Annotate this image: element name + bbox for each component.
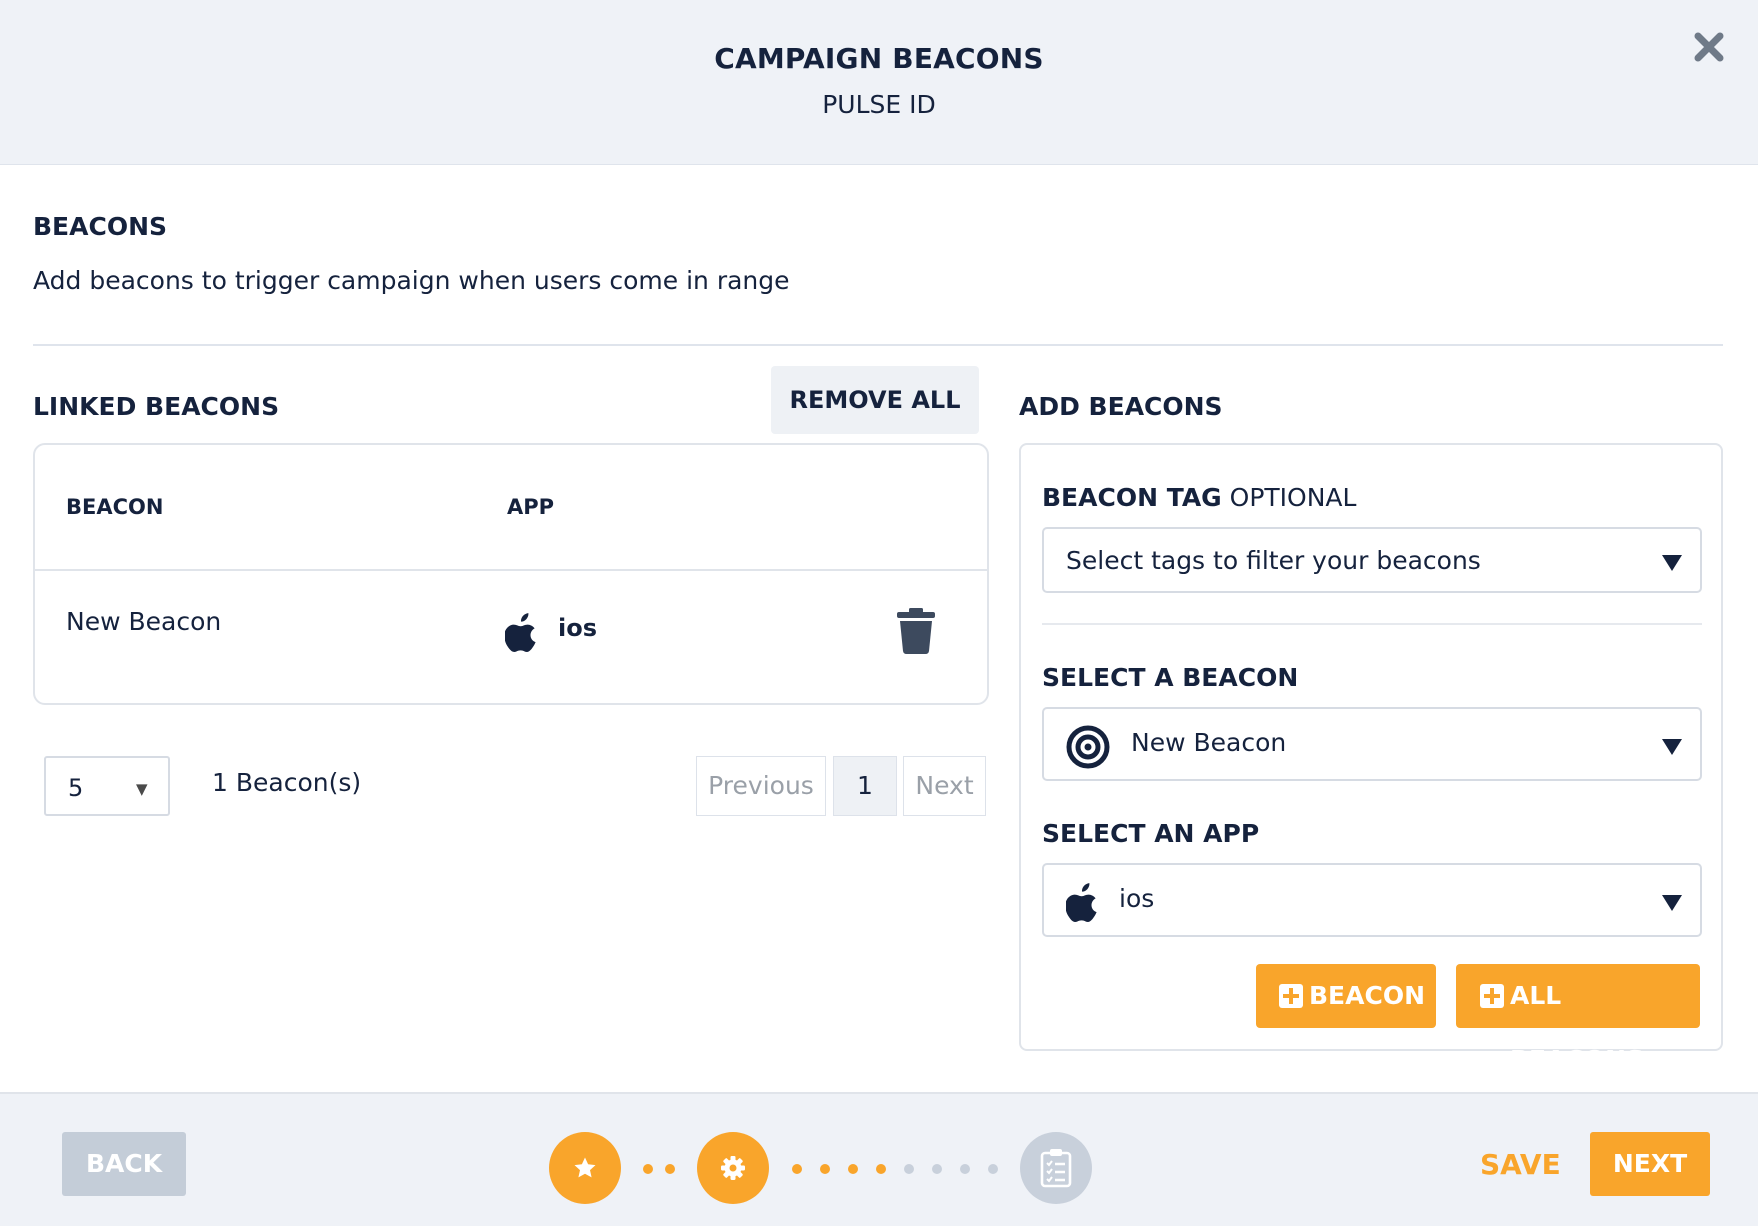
add-all-beacons-button[interactable]: ALL BEACONS [1456,964,1700,1074]
select-app-dropdown[interactable]: ios [1042,863,1702,937]
chevron-down-icon: ▼ [136,780,148,798]
trash-icon[interactable] [897,608,935,654]
row-app-name: ios [558,614,597,642]
progress-dot [848,1164,858,1174]
close-icon[interactable] [1692,30,1726,64]
page-size-value: 5 [68,774,84,802]
page-title: CAMPAIGN BEACONS [714,42,1044,75]
add-beacons-panel: BEACON TAG OPTIONAL Select tags to filte… [1019,443,1723,1051]
select-app-value: ios [1119,884,1155,913]
beacon-tag-placeholder: Select tags to filter your beacons [1066,546,1481,575]
gear-icon [721,1156,745,1180]
section-title-beacons: BEACONS [33,212,168,241]
add-all-beacons-label: ALL BEACONS [1510,981,1645,1074]
modal-header: CAMPAIGN BEACONS PULSE ID [0,0,1758,165]
progress-dot [792,1164,802,1174]
caret-down-icon [1662,739,1682,755]
remove-all-button[interactable]: REMOVE ALL [771,366,979,434]
next-button[interactable]: NEXT [1590,1132,1710,1196]
beacon-count: 1 Beacon(s) [212,768,362,797]
add-beacon-label: BEACON [1309,981,1426,1010]
linked-beacons-table: BEACON APP New Beacon ios [33,443,989,705]
progress-dot [643,1164,653,1174]
progress-dot [960,1164,970,1174]
progress-dot [904,1164,914,1174]
progress-dot [876,1164,886,1174]
wizard-footer: BACK SAVE NEXT [0,1092,1758,1226]
target-icon [1066,725,1110,769]
table-header: BEACON APP [35,445,987,571]
select-app-label: SELECT AN APP [1042,819,1260,848]
page-size-select[interactable]: 5 ▼ [44,756,170,816]
apple-icon [1066,883,1097,922]
linked-beacons-title: LINKED BEACONS [33,392,280,421]
star-icon [574,1157,596,1178]
step-3[interactable] [1020,1132,1092,1204]
pagination-previous[interactable]: Previous [696,756,826,816]
plus-square-icon [1480,984,1504,1008]
select-beacon-label: SELECT A BEACON [1042,663,1299,692]
back-button[interactable]: BACK [62,1132,186,1196]
progress-dot [820,1164,830,1174]
row-beacon-name: New Beacon [66,607,222,636]
apple-icon [505,613,536,652]
column-header-beacon: BEACON [66,495,164,519]
step-1[interactable] [549,1132,621,1204]
pagination-next[interactable]: Next [903,756,986,816]
section-description: Add beacons to trigger campaign when use… [33,266,790,295]
caret-down-icon [1662,895,1682,911]
add-beacons-title: ADD BEACONS [1019,392,1223,421]
progress-dot [665,1164,675,1174]
beacon-tag-select[interactable]: Select tags to filter your beacons [1042,527,1702,593]
page-subtitle: PULSE ID [822,90,936,119]
step-2[interactable] [697,1132,769,1204]
divider [33,344,1723,346]
beacon-tag-label: BEACON TAG OPTIONAL [1042,483,1356,512]
column-header-app: APP [507,495,555,519]
pagination-page-1[interactable]: 1 [833,756,897,816]
add-beacon-button[interactable]: BEACON [1256,964,1436,1028]
caret-down-icon [1662,555,1682,571]
select-beacon-value: New Beacon [1131,728,1287,757]
clipboard-icon [1040,1149,1072,1188]
plus-square-icon [1279,984,1303,1008]
progress-dot [988,1164,998,1174]
beacon-tag-label-text: BEACON TAG [1042,483,1222,512]
select-beacon-dropdown[interactable]: New Beacon [1042,707,1702,781]
progress-dot [932,1164,942,1174]
save-button[interactable]: SAVE [1480,1148,1561,1181]
divider [1042,623,1702,625]
optional-hint: OPTIONAL [1229,483,1357,512]
